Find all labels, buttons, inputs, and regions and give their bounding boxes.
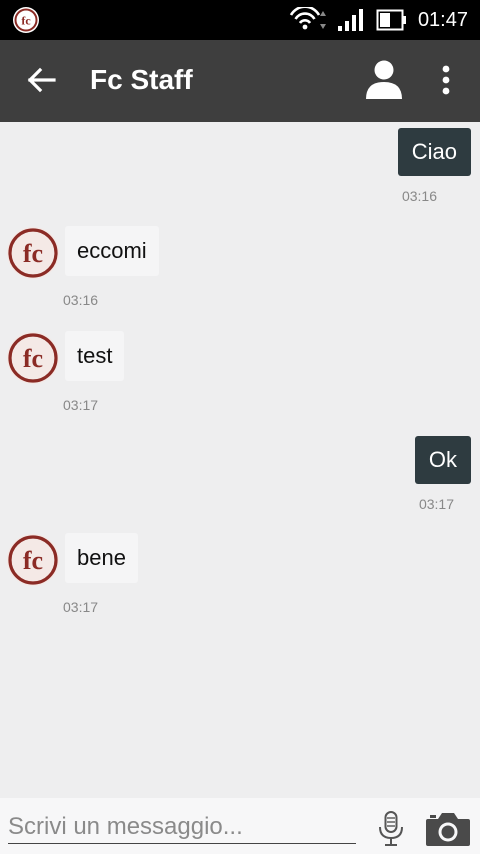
message-bubble-outgoing[interactable]: Ok <box>414 436 471 484</box>
chat-title: Fc Staff <box>90 64 193 95</box>
camera-icon[interactable] <box>424 810 472 848</box>
avatar-text: fc <box>23 344 43 373</box>
arrow-back-icon[interactable] <box>24 62 60 98</box>
battery-icon <box>376 9 406 31</box>
message-bubble-incoming[interactable]: eccomi <box>65 226 159 276</box>
message-time: 03:17 <box>418 496 454 512</box>
contact-avatar[interactable]: fc <box>6 226 60 280</box>
fc-app-icon: fc <box>13 7 39 33</box>
signal-icon <box>337 9 363 31</box>
message-time: 03:17 <box>63 397 99 413</box>
message-time: 03:17 <box>63 599 99 615</box>
status-indicators: 01:47 <box>288 0 468 40</box>
status-bar: fc 01:47 <box>0 0 480 40</box>
message-input[interactable] <box>8 810 356 844</box>
contact-avatar[interactable]: fc <box>6 533 60 587</box>
message-bubble-incoming[interactable]: bene <box>65 533 138 583</box>
app-bar: Fc Staff <box>0 40 480 122</box>
chat-messages[interactable]: Ciao 03:16 fc eccomi 03:16 fc test 03:17… <box>0 122 480 798</box>
more-vert-icon[interactable] <box>434 62 458 98</box>
microphone-icon[interactable] <box>376 810 406 848</box>
avatar-text: fc <box>23 239 43 268</box>
status-time: 01:47 <box>417 8 468 31</box>
message-bubble-outgoing[interactable]: Ciao <box>397 128 471 176</box>
avatar-text: fc <box>23 546 43 575</box>
app-icon-text: fc <box>21 14 31 28</box>
message-bubble-incoming[interactable]: test <box>65 331 125 381</box>
person-icon[interactable] <box>364 58 404 100</box>
message-time: 03:16 <box>63 292 99 308</box>
contact-avatar[interactable]: fc <box>6 331 60 385</box>
message-time: 03:16 <box>401 188 437 204</box>
wifi-icon <box>289 7 326 30</box>
message-composer <box>0 798 480 854</box>
